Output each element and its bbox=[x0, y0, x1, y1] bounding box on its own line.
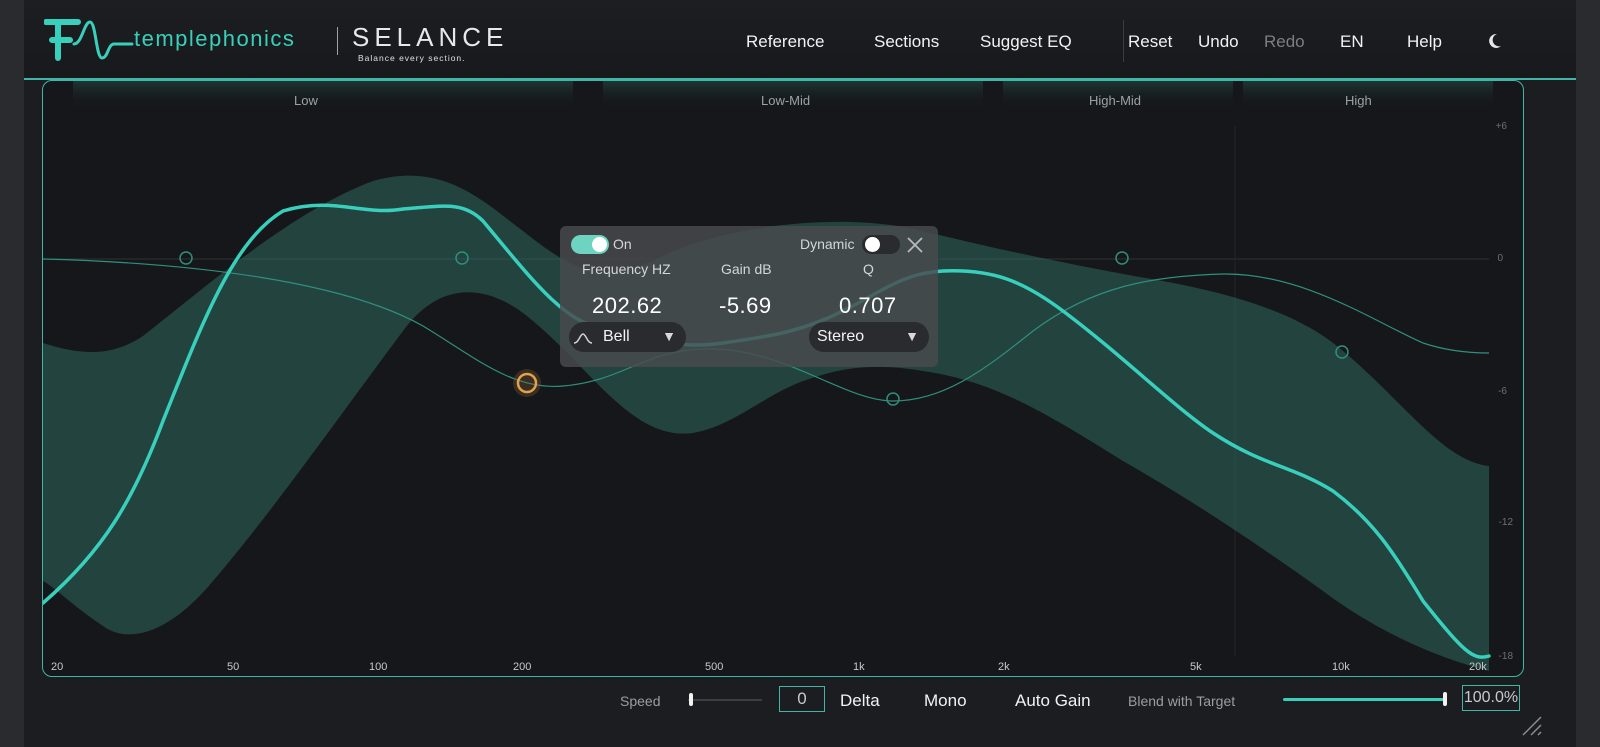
mono-button[interactable]: Mono bbox=[924, 691, 967, 711]
band-on-toggle[interactable] bbox=[571, 235, 609, 254]
freq-tick: 20 bbox=[51, 661, 64, 673]
redo-button[interactable]: Redo bbox=[1264, 32, 1305, 52]
db-tick: -18 bbox=[1498, 651, 1513, 662]
freq-tick: 1k bbox=[853, 661, 865, 673]
header: templephonics SELANCE Balance every sect… bbox=[24, 0, 1576, 80]
close-icon[interactable] bbox=[906, 236, 924, 254]
eq-graph-canvas[interactable] bbox=[43, 81, 1523, 676]
band-on-label: On bbox=[613, 236, 632, 252]
product-tagline: Balance every section. bbox=[358, 53, 466, 63]
dynamic-label: Dynamic bbox=[800, 236, 855, 252]
section-label-high-mid[interactable]: High-Mid bbox=[1089, 93, 1141, 108]
q-label: Q bbox=[863, 261, 874, 277]
brand-name: templephonics bbox=[134, 26, 296, 51]
db-tick: -12 bbox=[1498, 517, 1513, 528]
auto-gain-button[interactable]: Auto Gain bbox=[1015, 691, 1091, 711]
freq-tick: 500 bbox=[705, 661, 724, 673]
brand-logo-icon bbox=[44, 19, 134, 61]
help-button[interactable]: Help bbox=[1407, 32, 1442, 52]
freq-tick: 20k bbox=[1469, 661, 1487, 673]
frequency-value[interactable]: 202.62 bbox=[592, 293, 662, 319]
speed-slider-handle[interactable] bbox=[689, 693, 693, 706]
filter-shape-dropdown[interactable]: Bell ▼ bbox=[569, 322, 686, 352]
freq-tick: 10k bbox=[1332, 661, 1350, 673]
chevron-down-icon: ▼ bbox=[662, 328, 676, 344]
product-name: SELANCE bbox=[352, 22, 509, 52]
gain-value[interactable]: -5.69 bbox=[719, 293, 772, 319]
freq-tick: 200 bbox=[513, 661, 532, 673]
freq-tick: 100 bbox=[369, 661, 388, 673]
freq-tick: 5k bbox=[1190, 661, 1202, 673]
sections-button[interactable]: Sections bbox=[874, 32, 939, 52]
blend-slider[interactable] bbox=[1283, 698, 1447, 701]
dynamic-toggle[interactable] bbox=[862, 235, 900, 254]
gain-label: Gain dB bbox=[721, 261, 772, 277]
reference-button[interactable]: Reference bbox=[746, 32, 824, 52]
resize-grip-icon[interactable] bbox=[1519, 713, 1543, 737]
eq-band-node-5[interactable] bbox=[1115, 251, 1129, 265]
reset-button[interactable]: Reset bbox=[1128, 32, 1172, 52]
db-tick: -6 bbox=[1498, 386, 1507, 397]
speed-value-field[interactable]: 0 bbox=[779, 686, 825, 712]
filter-shape-value: Bell bbox=[603, 328, 630, 345]
blend-value-field[interactable]: 100.0% bbox=[1462, 685, 1520, 711]
db-tick: +6 bbox=[1495, 121, 1507, 132]
app-window: templephonics SELANCE Balance every sect… bbox=[24, 0, 1576, 747]
bell-shape-icon bbox=[573, 333, 593, 344]
q-value[interactable]: 0.707 bbox=[839, 293, 897, 319]
section-label-high[interactable]: High bbox=[1345, 93, 1372, 108]
section-label-low[interactable]: Low bbox=[294, 93, 318, 108]
logo-divider bbox=[337, 27, 338, 55]
db-tick: 0 bbox=[1497, 253, 1503, 264]
band-edit-popup: On Dynamic Frequency HZ Gain dB Q 202.62… bbox=[560, 226, 938, 367]
eq-band-node-1[interactable] bbox=[179, 251, 193, 265]
eq-graph[interactable]: Low Low-Mid High-Mid High 20 50 100 200 … bbox=[42, 80, 1524, 677]
delta-button[interactable]: Delta bbox=[840, 691, 880, 711]
section-label-low-mid[interactable]: Low-Mid bbox=[761, 93, 810, 108]
window-edge bbox=[1576, 0, 1600, 747]
channel-mode-dropdown[interactable]: Stereo ▼ bbox=[809, 322, 929, 352]
suggest-eq-button[interactable]: Suggest EQ bbox=[980, 32, 1072, 52]
speed-slider[interactable] bbox=[688, 699, 762, 701]
footer-bar: Speed 0 Delta Mono Auto Gain Blend with … bbox=[24, 676, 1576, 747]
blend-slider-handle[interactable] bbox=[1443, 692, 1447, 706]
freq-tick: 2k bbox=[998, 661, 1010, 673]
section-band-low bbox=[73, 81, 573, 109]
moon-icon[interactable] bbox=[1488, 33, 1502, 49]
undo-button[interactable]: Undo bbox=[1198, 32, 1239, 52]
chevron-down-icon: ▼ bbox=[905, 328, 919, 344]
frequency-label: Frequency HZ bbox=[582, 261, 671, 277]
channel-mode-value: Stereo bbox=[817, 328, 865, 345]
eq-band-node-4[interactable] bbox=[886, 392, 900, 406]
speed-label: Speed bbox=[620, 693, 661, 709]
nav-divider bbox=[1123, 20, 1124, 62]
language-button[interactable]: EN bbox=[1340, 32, 1364, 52]
freq-tick: 50 bbox=[227, 661, 240, 673]
blend-label: Blend with Target bbox=[1128, 693, 1236, 709]
